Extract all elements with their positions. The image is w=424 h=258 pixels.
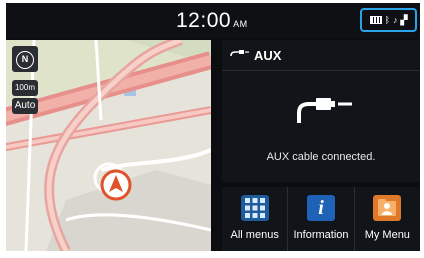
- clock-time: 12:00: [176, 9, 232, 32]
- music-note-icon: ♪: [392, 14, 398, 25]
- aux-title: AUX: [254, 48, 282, 63]
- status-icons-group[interactable]: ᛒ ♪ ▞: [360, 8, 417, 32]
- infotainment-screen: 12:00 AM ᛒ ♪ ▞ N 100m Auto AUX AUX cable…: [6, 3, 420, 251]
- aux-header: AUX: [222, 40, 420, 71]
- clock-ampm: AM: [233, 19, 248, 29]
- compass-icon: N: [16, 51, 34, 69]
- aux-status-text: AUX cable connected.: [266, 151, 376, 163]
- grid-icon: [240, 195, 269, 221]
- all-menus-label: All menus: [230, 229, 279, 241]
- information-label: Information: [293, 229, 349, 241]
- battery-icon: [369, 16, 382, 24]
- bottom-menu: All menus i Information My Menu: [222, 187, 420, 251]
- clock: 12:00 AM: [176, 9, 248, 33]
- my-menu-label: My Menu: [364, 229, 410, 241]
- information-button[interactable]: i Information: [287, 187, 353, 251]
- my-menu-icon: [373, 195, 402, 221]
- zoom-mode-button[interactable]: Auto: [12, 98, 38, 114]
- compass-button[interactable]: N: [12, 46, 38, 72]
- info-icon: i: [306, 195, 335, 221]
- bluetooth-icon: ᛒ: [384, 14, 390, 25]
- all-menus-button[interactable]: All menus: [222, 187, 287, 251]
- my-menu-button[interactable]: My Menu: [353, 187, 420, 251]
- map-scale: 100m: [12, 80, 38, 96]
- signal-icon: ▞: [400, 14, 408, 25]
- aux-panel[interactable]: AUX AUX cable connected.: [222, 40, 420, 182]
- aux-plug-small-icon: [230, 50, 249, 57]
- aux-cable-icon: [297, 98, 352, 123]
- navigation-map[interactable]: N 100m Auto: [6, 40, 211, 251]
- map-canvas: [6, 40, 211, 251]
- status-bar: 12:00 AM ᛒ ♪ ▞: [6, 3, 420, 38]
